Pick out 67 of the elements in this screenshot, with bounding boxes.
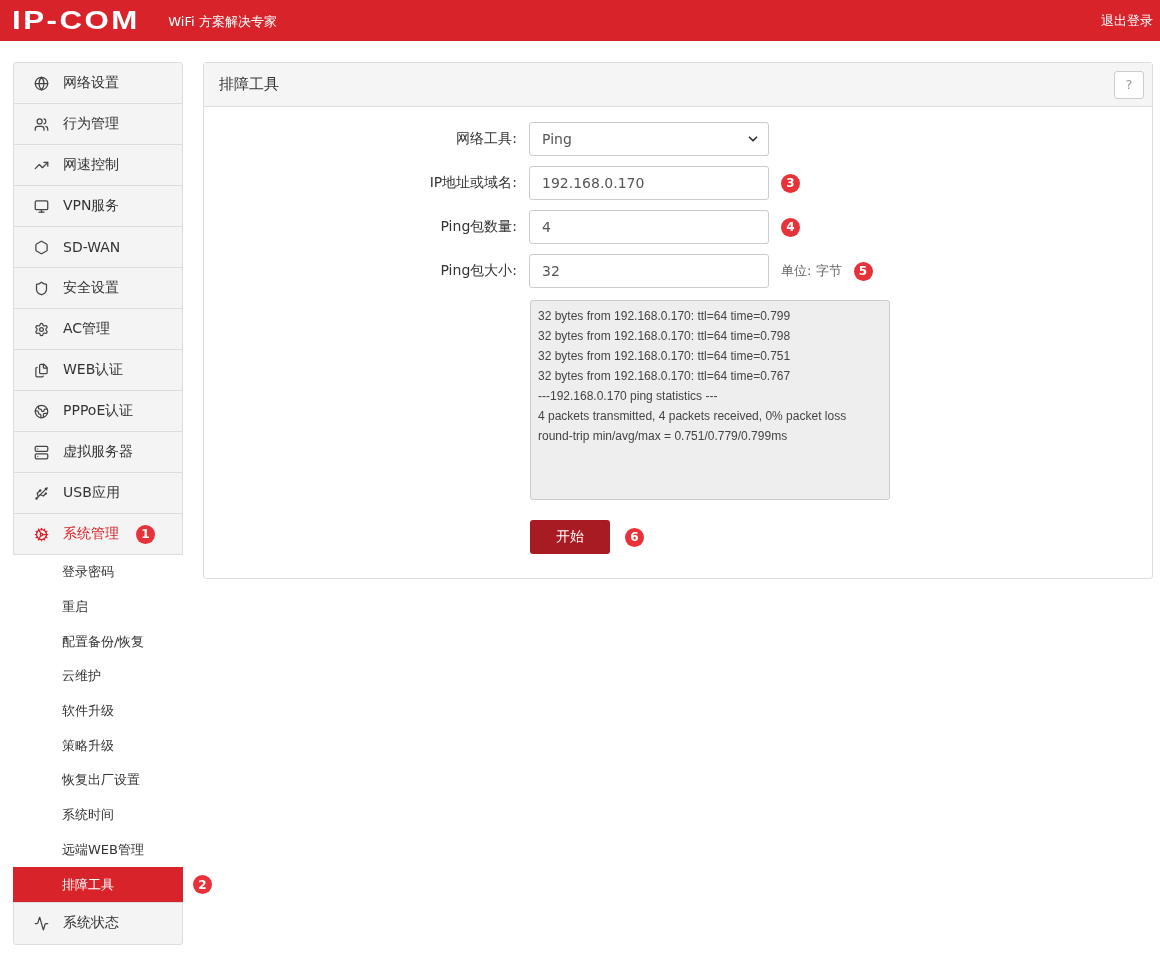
submenu-item[interactable]: 系统时间 [13, 797, 183, 833]
menu-label: 行为管理 [63, 115, 119, 133]
input-field[interactable]: 192.168.0.170 [529, 166, 769, 200]
field-label: Ping包数量: [439, 218, 517, 236]
submenu-item[interactable]: 云维护 [13, 659, 183, 694]
menu-item[interactable]: 虚拟服务器 [14, 432, 182, 473]
callout-badge: 1 [136, 524, 155, 544]
menu-item[interactable]: PPPoE认证 [14, 391, 182, 432]
field-label: IP地址或域名: [428, 174, 517, 192]
menu-label: VPN服务 [63, 197, 120, 215]
logout-link[interactable]: 退出登录 [1101, 11, 1153, 30]
shield-icon [34, 280, 49, 296]
output-textarea[interactable]: 32 bytes from 192.168.0.170: ttl=64 time=0.799 32 bytes from 192.168.0.170: ttl=64 time=0.798 32 bytes from 192.168.0.170: ttl=64 time=0.751 32 bytes from 192.168.0.170: ttl=64 time=0.767 ---192.168.0.170 ping statistics --- 4 packets transmitted, 4 packets received, 0% packet loss round-trip min/avg/max = 0.751/0.779/0.799ms [530, 300, 890, 500]
menu-label: PPPoE认证 [63, 402, 134, 420]
submenu-item[interactable]: 软件升级 [13, 693, 183, 729]
menu-label: WEB认证 [63, 361, 124, 379]
callout-badge: 6 [625, 527, 644, 547]
files-icon [34, 362, 49, 378]
submenu-item[interactable]: 配置备份/恢复 [13, 624, 183, 660]
menu-label: 网速控制 [63, 156, 119, 174]
tagline: WiFi 方案解决专家 [168, 13, 277, 31]
menu-label: SD-WAN [63, 239, 121, 255]
menu-label: USB应用 [63, 484, 120, 502]
menu-label: AC管理 [63, 320, 111, 338]
settings-icon [34, 321, 49, 337]
menu-item[interactable]: 网络设置 [14, 63, 182, 104]
menu-item[interactable]: AC管理 [14, 309, 182, 350]
pulse-icon [34, 915, 49, 931]
menu-label: 虚拟服务器 [63, 443, 133, 461]
logo: IP-COM [12, 6, 140, 35]
users-icon [34, 116, 49, 132]
menu-item[interactable]: WEB认证 [14, 350, 182, 391]
submenu-item[interactable]: 登录密码 [13, 555, 183, 590]
panel-title: 排障工具 [219, 75, 279, 94]
menu-label: 安全设置 [63, 279, 119, 297]
menu-item[interactable]: 行为管理 [14, 104, 182, 145]
menu-label: 系统管理 [63, 525, 119, 543]
globe-icon [34, 75, 49, 91]
callout-badge: 5 [853, 261, 873, 281]
submenu-item[interactable]: 恢复出厂设置 [13, 763, 183, 798]
callout-badge: 3 [781, 173, 800, 193]
callout-badge: 4 [781, 217, 800, 237]
globe-icon [34, 403, 49, 419]
field-label: 网络工具: [455, 130, 517, 148]
menu-item[interactable]: 安全设置 [14, 268, 182, 309]
menu-item[interactable]: 系统状态 [14, 902, 182, 944]
monitor-icon [34, 198, 49, 214]
menu-item[interactable]: SD-WAN [14, 227, 182, 268]
callout-badge: 2 [193, 875, 212, 895]
gear-icon [34, 526, 49, 542]
submenu-item[interactable]: 重启 [13, 589, 183, 625]
tool-select[interactable]: Ping [529, 122, 769, 156]
menu-item[interactable]: VPN服务 [14, 186, 182, 227]
hexagon-icon [34, 239, 49, 255]
submenu-item[interactable]: 策略升级 [13, 728, 183, 764]
input-field[interactable]: 32 [529, 254, 769, 288]
menu-label: 系统状态 [63, 914, 119, 933]
menu-item[interactable]: USB应用 [14, 473, 182, 514]
field-label: Ping包大小: [439, 262, 517, 280]
input-field[interactable]: 4 [529, 210, 769, 244]
usb-icon [34, 485, 49, 501]
start-button[interactable]: 开始 [530, 520, 610, 554]
menu-item[interactable]: 网速控制 [14, 145, 182, 186]
menu-label: 网络设置 [63, 74, 119, 92]
server-icon [34, 444, 49, 460]
unit-text: 单位: 字节 [781, 262, 842, 280]
submenu-item[interactable]: 远端WEB管理 [13, 832, 183, 868]
